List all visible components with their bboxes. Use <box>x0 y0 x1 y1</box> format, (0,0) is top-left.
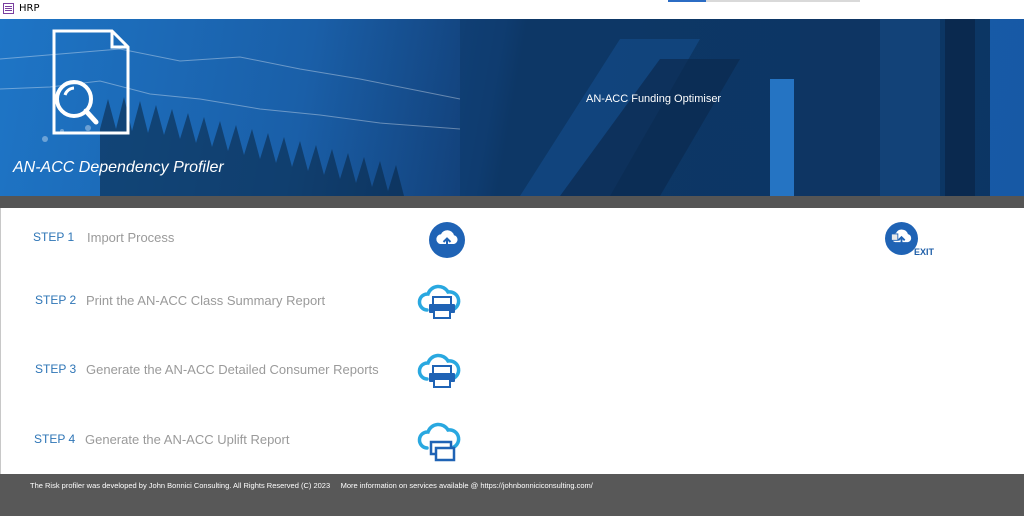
cloud-print-icon <box>417 284 461 319</box>
title-grey-strip <box>706 0 860 2</box>
print-class-summary-button[interactable] <box>417 280 461 325</box>
generate-detailed-reports-button[interactable] <box>417 349 461 394</box>
banner-left-title: AN-ACC Dependency Profiler <box>13 159 224 176</box>
step-2-label: STEP 2 <box>35 293 77 307</box>
step-4-label: STEP 4 <box>34 432 76 446</box>
document-search-icon <box>52 29 130 135</box>
step-2-text: Print the AN-ACC Class Summary Report <box>86 293 326 308</box>
step-3-label: STEP 3 <box>35 362 77 376</box>
steps-panel: STEP 1 Import Process EXIT STEP 2 Print … <box>0 208 1024 474</box>
banner-right-title: AN-ACC Funding Optimiser <box>586 93 722 105</box>
generate-uplift-report-button[interactable] <box>417 418 461 467</box>
import-process-button[interactable] <box>429 222 465 263</box>
cloud-print-icon <box>417 353 461 388</box>
title-accent-strip <box>668 0 706 2</box>
cloud-report-icon <box>417 422 461 462</box>
exit-label[interactable]: EXIT <box>914 247 934 257</box>
footer-bar: The Risk profiler was developed by John … <box>0 474 1024 516</box>
cloud-upload-icon <box>429 222 465 258</box>
app-form-icon <box>3 3 14 14</box>
step-1-text: Import Process <box>87 230 175 245</box>
window-title-bar: HRP <box>0 0 1024 19</box>
window-title: HRP <box>19 3 40 14</box>
header-banner: AN-ACC Dependency Profiler AN-ACC Fundin… <box>0 19 1024 196</box>
footer-copyright-text: The Risk profiler was developed by John … <box>30 481 593 490</box>
section-divider <box>0 196 1024 208</box>
step-1-label: STEP 1 <box>33 230 75 244</box>
step-4-text: Generate the AN-ACC Uplift Report <box>85 432 290 447</box>
step-3-text: Generate the AN-ACC Detailed Consumer Re… <box>86 362 379 377</box>
